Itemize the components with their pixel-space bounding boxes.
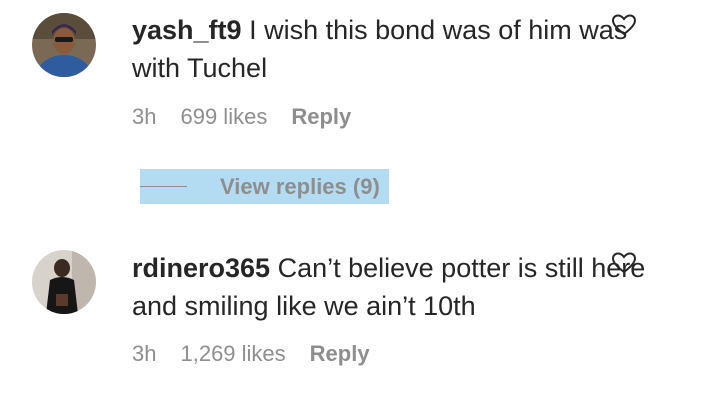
comment-body: rdinero365 Can’t believe potter is still…: [132, 249, 672, 325]
comment-meta: 3h 1,269 likes Reply: [132, 341, 370, 367]
comment-timestamp: 3h: [132, 341, 157, 366]
avatar[interactable]: [32, 250, 96, 314]
heart-icon[interactable]: [611, 252, 637, 274]
heart-icon[interactable]: [611, 14, 637, 36]
comment-likes-count[interactable]: 1,269 likes: [180, 341, 285, 367]
comment-timestamp: 3h: [132, 104, 157, 129]
reply-button[interactable]: Reply: [291, 104, 351, 130]
view-replies-button[interactable]: View replies (9): [140, 169, 389, 204]
divider: [140, 186, 187, 187]
view-replies-label: View replies (9): [220, 173, 380, 199]
reply-button[interactable]: Reply: [310, 341, 370, 367]
comment-likes-count[interactable]: 699 likes: [180, 104, 267, 130]
avatar[interactable]: [32, 13, 96, 77]
comment-meta: 3h 699 likes Reply: [132, 104, 351, 130]
comment-username[interactable]: rdinero365: [132, 253, 270, 283]
comments-screen: yash_ft9 I wish this bond was of him was…: [0, 0, 720, 406]
comment-body: yash_ft9 I wish this bond was of him was…: [132, 11, 672, 87]
comment-username[interactable]: yash_ft9: [132, 15, 242, 45]
